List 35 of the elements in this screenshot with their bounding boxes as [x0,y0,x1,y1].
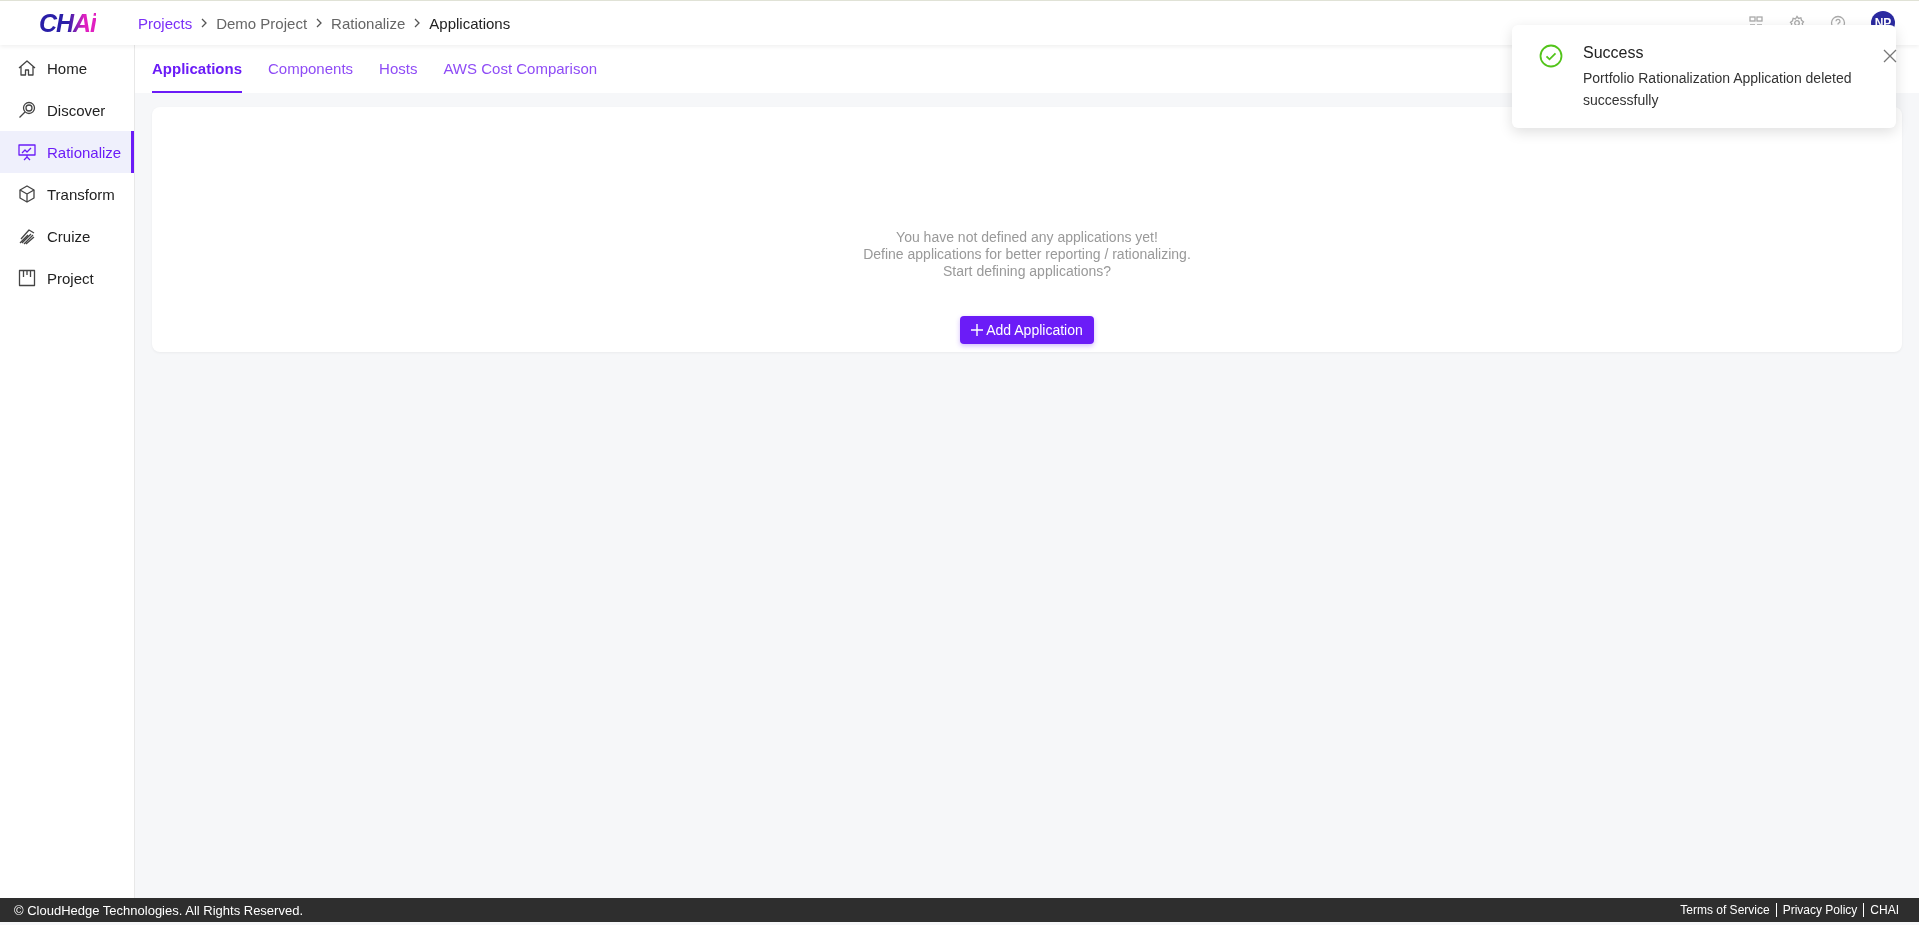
empty-message: Start defining applications? [941,263,1113,280]
close-icon[interactable] [1883,49,1897,63]
breadcrumb-link[interactable]: Demo Project [216,14,308,32]
cube-icon [17,184,37,204]
chevron-icon [200,18,209,28]
empty-message: Define applications for better reporting / rationalizing. [863,246,1191,263]
sidebar-item[interactable]: Cruize [0,215,134,257]
add-application-button[interactable]: Add Application [960,316,1094,344]
presentation-icon [17,142,37,162]
toast-title: Success [1583,44,1645,62]
breadcrumb-link[interactable]: Projects [138,14,193,32]
check-circle-icon [1539,44,1563,68]
footer-link[interactable]: CHAI [1863,903,1905,917]
breadcrumb-current: Applications [429,14,511,32]
board-icon [17,268,37,288]
footer-link[interactable]: Terms of Service [1674,903,1776,917]
tab[interactable]: Components [268,45,354,93]
sidebar-item[interactable]: Project [0,257,134,299]
magnifier-icon [17,100,37,120]
tab[interactable]: AWS Cost Comparison [443,45,598,93]
footer-link[interactable]: Privacy Policy [1775,903,1864,917]
plus-icon [971,324,984,336]
tab[interactable]: Hosts [379,45,418,93]
sidebar-item[interactable]: Discover [0,89,134,131]
sidebar-item[interactable]: Rationalize [0,131,134,173]
breadcrumb-link[interactable]: Rationalize [331,14,406,32]
tab[interactable]: Applications [152,45,242,93]
toast-message: Portfolio Rationalization Application deleted successfully [1583,69,1853,110]
home-icon [17,58,37,78]
sidebar-item[interactable]: Transform [0,173,134,215]
chevron-icon [315,18,324,28]
chevron-icon [413,18,422,28]
copyright-text: © CloudHedge Technologies. All Rights Reserved. [14,902,303,918]
empty-message: You have not defined any applications yet! [895,229,1159,246]
sidebar-item[interactable]: Home [0,47,134,89]
